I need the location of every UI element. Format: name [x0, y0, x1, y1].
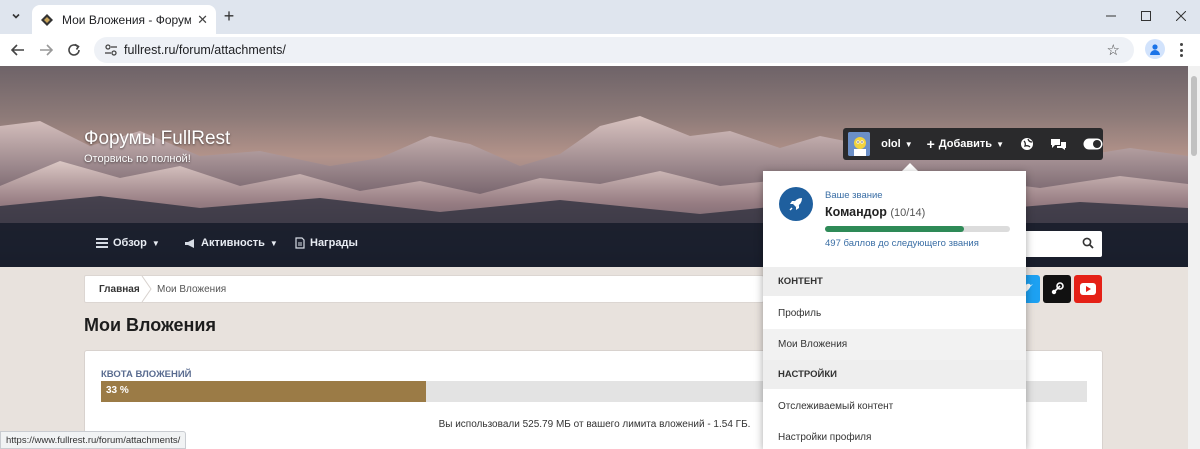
- maximize-button[interactable]: [1131, 4, 1161, 28]
- forward-button[interactable]: [34, 38, 58, 62]
- globe-icon: [1021, 138, 1033, 150]
- page-scrollbar[interactable]: [1188, 66, 1200, 449]
- caret-down-icon: ▼: [269, 238, 278, 248]
- close-tab-icon[interactable]: ✕: [197, 12, 208, 28]
- megaphone-icon: [185, 238, 194, 248]
- add-label: Добавить: [938, 138, 993, 150]
- rank-badge: [779, 187, 813, 221]
- breadcrumb-separator-icon: [141, 276, 152, 302]
- nav-overview-label: Обзор: [113, 237, 147, 249]
- chat-bubbles-icon: [1051, 139, 1066, 150]
- menu-item-my-attachments[interactable]: Мои Вложения: [763, 329, 1026, 360]
- tab-title: Мои Вложения - Форумы FullR: [62, 12, 192, 27]
- section-content-header: КОНТЕНТ: [763, 267, 1026, 296]
- site-subtitle: Оторвись по полной!: [84, 153, 191, 165]
- bookmark-star-icon[interactable]: ☆: [1107, 41, 1120, 59]
- add-content-button[interactable]: + Добавить ▼: [927, 136, 1004, 152]
- reload-icon: [68, 43, 80, 56]
- section-settings-header: НАСТРОЙКИ: [763, 360, 1026, 389]
- rank-progress-bar: [825, 226, 1010, 232]
- browser-menu-button[interactable]: [1174, 40, 1188, 60]
- person-icon: [1150, 44, 1160, 55]
- address-bar[interactable]: fullrest.ru/forum/attachments/ ☆: [94, 37, 1134, 63]
- arrow-right-icon: [40, 44, 53, 56]
- browser-toolbar: fullrest.ru/forum/attachments/ ☆: [0, 34, 1200, 66]
- browser-profile-button[interactable]: [1145, 39, 1165, 59]
- avatar-image: [848, 132, 871, 156]
- nav-activity-label: Активность: [201, 237, 265, 249]
- globe-button[interactable]: [1020, 137, 1034, 151]
- page-viewport: Форумы FullRest Оторвись по полной! Обзо…: [0, 66, 1188, 449]
- rank-progress-fill: [825, 226, 964, 232]
- search-input[interactable]: [1024, 231, 1102, 257]
- maximize-icon: [1141, 11, 1151, 21]
- menu-item-profile-settings[interactable]: Настройки профиля: [763, 422, 1026, 449]
- fullrest-favicon-icon: [41, 13, 53, 26]
- toggle-icon: [1083, 138, 1103, 150]
- tab-search-button[interactable]: [6, 6, 26, 26]
- nav-overview[interactable]: Обзор ▼: [96, 237, 160, 249]
- dropdown-caret: [902, 163, 918, 171]
- back-button[interactable]: [6, 38, 30, 62]
- menu-item-profile[interactable]: Профиль: [763, 298, 1026, 329]
- user-menu-toggle[interactable]: olol ▼: [881, 138, 912, 150]
- caret-down-icon: ▼: [151, 238, 160, 248]
- close-icon: [1176, 11, 1186, 21]
- minimize-icon: [1106, 15, 1116, 17]
- rank-points-text: 497 баллов до следующего звания: [825, 238, 979, 249]
- style-toggle[interactable]: [1083, 138, 1103, 150]
- user-dropdown-menu: Ваше звание Командор (10/14) 497 баллов …: [763, 171, 1026, 449]
- menu-item-watched-content[interactable]: Отслеживаемый контент: [763, 391, 1026, 422]
- breadcrumb-home[interactable]: Главная: [99, 284, 140, 295]
- rank-title: Командор: [825, 205, 887, 219]
- url-text: fullrest.ru/forum/attachments/: [124, 43, 286, 57]
- user-bar: olol ▼ + Добавить ▼: [843, 128, 1103, 160]
- youtube-icon: [1080, 283, 1096, 295]
- caret-down-icon: ▼: [996, 139, 1004, 149]
- minimize-button[interactable]: [1096, 4, 1126, 28]
- new-tab-button[interactable]: +: [219, 6, 239, 26]
- steam-icon: [1051, 282, 1064, 295]
- nav-awards-label: Награды: [310, 237, 358, 249]
- rank-count: (10/14): [890, 207, 926, 219]
- site-settings-icon[interactable]: [104, 43, 118, 57]
- nav-awards[interactable]: Награды: [295, 237, 358, 249]
- youtube-button[interactable]: [1074, 275, 1102, 303]
- close-window-button[interactable]: [1166, 4, 1196, 28]
- reload-button[interactable]: [62, 38, 86, 62]
- page-title: Мои Вложения: [84, 315, 216, 335]
- caret-down-icon: ▼: [904, 139, 913, 149]
- site-title[interactable]: Форумы FullRest: [84, 128, 230, 150]
- messages-button[interactable]: [1050, 137, 1067, 151]
- steam-button[interactable]: [1043, 275, 1071, 303]
- quota-label: КВОТА ВЛОЖЕНИЙ: [101, 369, 192, 380]
- rank-hint: Ваше звание: [825, 190, 883, 201]
- avatar[interactable]: [848, 132, 871, 156]
- rank-name: Командор (10/14): [825, 205, 925, 219]
- plus-icon: +: [926, 136, 935, 152]
- status-bar-url: https://www.fullrest.ru/forum/attachment…: [0, 431, 187, 449]
- nav-activity[interactable]: Активность ▼: [184, 237, 278, 249]
- document-icon: [295, 237, 305, 249]
- username: olol: [881, 138, 901, 150]
- quota-percent: 33 %: [106, 385, 129, 396]
- search-icon[interactable]: [1082, 237, 1094, 249]
- browser-tab-strip: Мои Вложения - Форумы FullR ✕ +: [0, 0, 1200, 34]
- breadcrumb-current[interactable]: Мои Вложения: [157, 284, 226, 295]
- browser-tab[interactable]: Мои Вложения - Форумы FullR ✕: [32, 5, 216, 34]
- quota-progress-fill: 33 %: [101, 381, 427, 402]
- scrollbar-thumb[interactable]: [1191, 76, 1197, 156]
- chevron-down-icon: [12, 13, 20, 19]
- rocket-icon: [789, 198, 802, 211]
- list-icon: [96, 238, 108, 248]
- breadcrumb: Главная Мои Вложения: [84, 275, 764, 303]
- arrow-left-icon: [11, 44, 24, 56]
